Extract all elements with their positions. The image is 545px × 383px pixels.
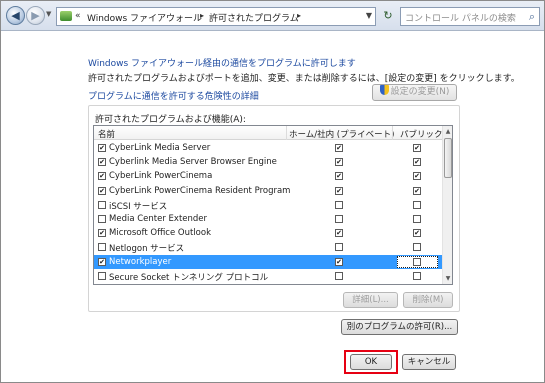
list-item[interactable]: ✔ Cyberlink Media Server Browser Engine ✔ ✔	[94, 155, 443, 169]
program-name: Netlogon サービス	[109, 244, 185, 255]
private-checkbox[interactable]: ✔	[335, 257, 343, 266]
private-checkbox[interactable]: ✔	[335, 144, 343, 152]
program-enabled-checkbox[interactable]: ✔	[98, 158, 106, 167]
search-placeholder: コントロール パネルの検索	[405, 14, 516, 24]
public-checkbox[interactable]: ✔	[413, 158, 421, 167]
private-checkbox[interactable]	[335, 243, 343, 252]
address-bar: ◀ ▶ ▼ « Windows ファイアウォール ▸ 許可されたプログラム ▸ …	[1, 1, 544, 31]
private-checkbox[interactable]: ✔	[335, 229, 343, 238]
public-checkbox[interactable]: ✔	[413, 144, 421, 152]
page-description: 許可されたプログラムおよびポートを追加、変更、または削除するには、[設定の変更]…	[88, 74, 520, 84]
public-checkbox[interactable]	[413, 200, 421, 209]
program-enabled-checkbox[interactable]: ✔	[98, 257, 106, 266]
recent-pages-dropdown-icon[interactable]: ▼	[46, 10, 51, 18]
public-checkbox[interactable]: ✔	[413, 172, 421, 181]
overflow-chevron-icon[interactable]: «	[75, 11, 81, 21]
program-enabled-checkbox[interactable]	[98, 214, 106, 223]
page-title: Windows ファイアウォール経由の通信をプログラムに許可します	[88, 59, 356, 69]
column-divider[interactable]	[392, 126, 393, 140]
breadcrumb[interactable]: « Windows ファイアウォール ▸ 許可されたプログラム ▸ ▼	[56, 7, 376, 26]
control-panel-icon	[60, 11, 72, 21]
change-settings-label: 設定の変更(N)	[390, 87, 450, 97]
forward-button[interactable]: ▶	[26, 6, 45, 25]
program-name: iSCSI サービス	[109, 201, 168, 212]
list-item[interactable]: ✔ CyberLink PowerCinema ✔ ✔	[94, 169, 443, 183]
column-divider[interactable]	[286, 126, 287, 140]
list-item[interactable]: iSCSI サービス	[94, 198, 443, 212]
uac-shield-icon	[379, 85, 389, 95]
allowed-programs-label: 許可されたプログラムおよび機能(A):	[95, 115, 246, 125]
column-header-name[interactable]: 名前	[98, 128, 115, 140]
breadcrumb-allowed-programs[interactable]: 許可されたプログラム	[209, 11, 299, 24]
program-enabled-checkbox[interactable]: ✔	[98, 229, 106, 238]
list-item[interactable]: ✔ CyberLink Media Server ✔ ✔	[94, 141, 443, 155]
private-checkbox[interactable]: ✔	[335, 172, 343, 181]
private-checkbox[interactable]	[335, 271, 343, 280]
back-button[interactable]: ◀	[6, 6, 25, 25]
public-checkbox[interactable]: ✔	[413, 229, 421, 238]
refresh-icon[interactable]: ↻	[379, 7, 397, 26]
public-checkbox[interactable]	[413, 214, 421, 223]
allow-another-program-button[interactable]: 別のプログラムの許可(R)...	[341, 319, 458, 335]
column-header-public[interactable]: パブリック	[400, 128, 443, 140]
details-button[interactable]: 詳細(L)...	[343, 292, 398, 308]
scroll-up-icon[interactable]: ▲	[444, 127, 452, 136]
search-input[interactable]: コントロール パネルの検索 ⌕	[400, 7, 540, 26]
program-name: CyberLink Media Server	[109, 143, 211, 153]
breadcrumb-firewall[interactable]: Windows ファイアウォール	[87, 11, 202, 24]
private-checkbox[interactable]: ✔	[335, 158, 343, 167]
delete-button[interactable]: 削除(M)	[403, 292, 453, 308]
address-dropdown-icon[interactable]: ▼	[366, 11, 372, 20]
allowed-programs-list[interactable]: 名前 ホーム/社内 (プライベート) パブリック ✔ CyberLink Medi…	[93, 125, 453, 285]
program-enabled-checkbox[interactable]: ✔	[98, 186, 106, 195]
program-name: Microsoft Office Outlook	[109, 228, 211, 239]
list-item[interactable]: Media Center Extender	[94, 212, 443, 226]
list-item[interactable]: ✔ Networkplayer ✔	[94, 254, 443, 269]
list-item[interactable]: Netlogon サービス	[94, 240, 443, 254]
change-settings-button[interactable]: 設定の変更(N)	[372, 84, 457, 101]
private-checkbox[interactable]: ✔	[335, 186, 343, 195]
program-name: CyberLink PowerCinema	[109, 171, 213, 182]
public-checkbox[interactable]: ✔	[413, 186, 421, 195]
breadcrumb-separator-icon[interactable]: ▸	[200, 11, 204, 20]
list-item[interactable]: ✔ Microsoft Office Outlook ✔ ✔	[94, 226, 443, 240]
public-checkbox[interactable]	[413, 271, 421, 280]
program-enabled-checkbox[interactable]	[98, 200, 106, 209]
breadcrumb-separator-icon[interactable]: ▸	[297, 11, 301, 20]
list-rows: ✔ CyberLink Media Server ✔ ✔ ✔ Cyberlink Medi…	[94, 141, 443, 283]
public-checkbox[interactable]	[413, 257, 421, 266]
program-enabled-checkbox[interactable]	[98, 271, 106, 280]
program-enabled-checkbox[interactable]: ✔	[98, 144, 106, 152]
dialog-footer	[1, 340, 544, 382]
ok-button[interactable]: OK	[350, 354, 392, 370]
vertical-scrollbar[interactable]: ▲ ▼	[442, 126, 452, 284]
private-checkbox[interactable]	[335, 200, 343, 209]
list-header: 名前 ホーム/社内 (プライベート) パブリック	[94, 126, 443, 140]
cancel-button[interactable]: キャンセル	[402, 354, 456, 370]
list-item[interactable]: Secure Socket トンネリング プロトコル	[94, 269, 443, 283]
column-header-private[interactable]: ホーム/社内 (プライベート)	[289, 128, 394, 140]
program-name: Media Center Extender	[109, 213, 208, 224]
list-item[interactable]: ✔ CyberLink PowerCinema Resident Program ✔…	[94, 184, 443, 198]
program-name: Cyberlink Media Server Browser Engine	[109, 157, 277, 168]
program-name: CyberLink PowerCinema Resident Program	[109, 185, 291, 196]
risk-details-link[interactable]: プログラムに通信を許可する危険性の詳細	[88, 89, 259, 102]
search-icon[interactable]: ⌕	[529, 10, 535, 24]
program-name: Secure Socket トンネリング プロトコル	[109, 272, 269, 283]
program-name: Networkplayer	[109, 256, 172, 267]
public-checkbox[interactable]	[413, 243, 421, 252]
scrollbar-thumb[interactable]	[444, 138, 452, 178]
program-enabled-checkbox[interactable]: ✔	[98, 172, 106, 181]
scroll-down-icon[interactable]: ▼	[444, 274, 452, 283]
program-enabled-checkbox[interactable]	[98, 243, 106, 252]
private-checkbox[interactable]	[335, 214, 343, 223]
